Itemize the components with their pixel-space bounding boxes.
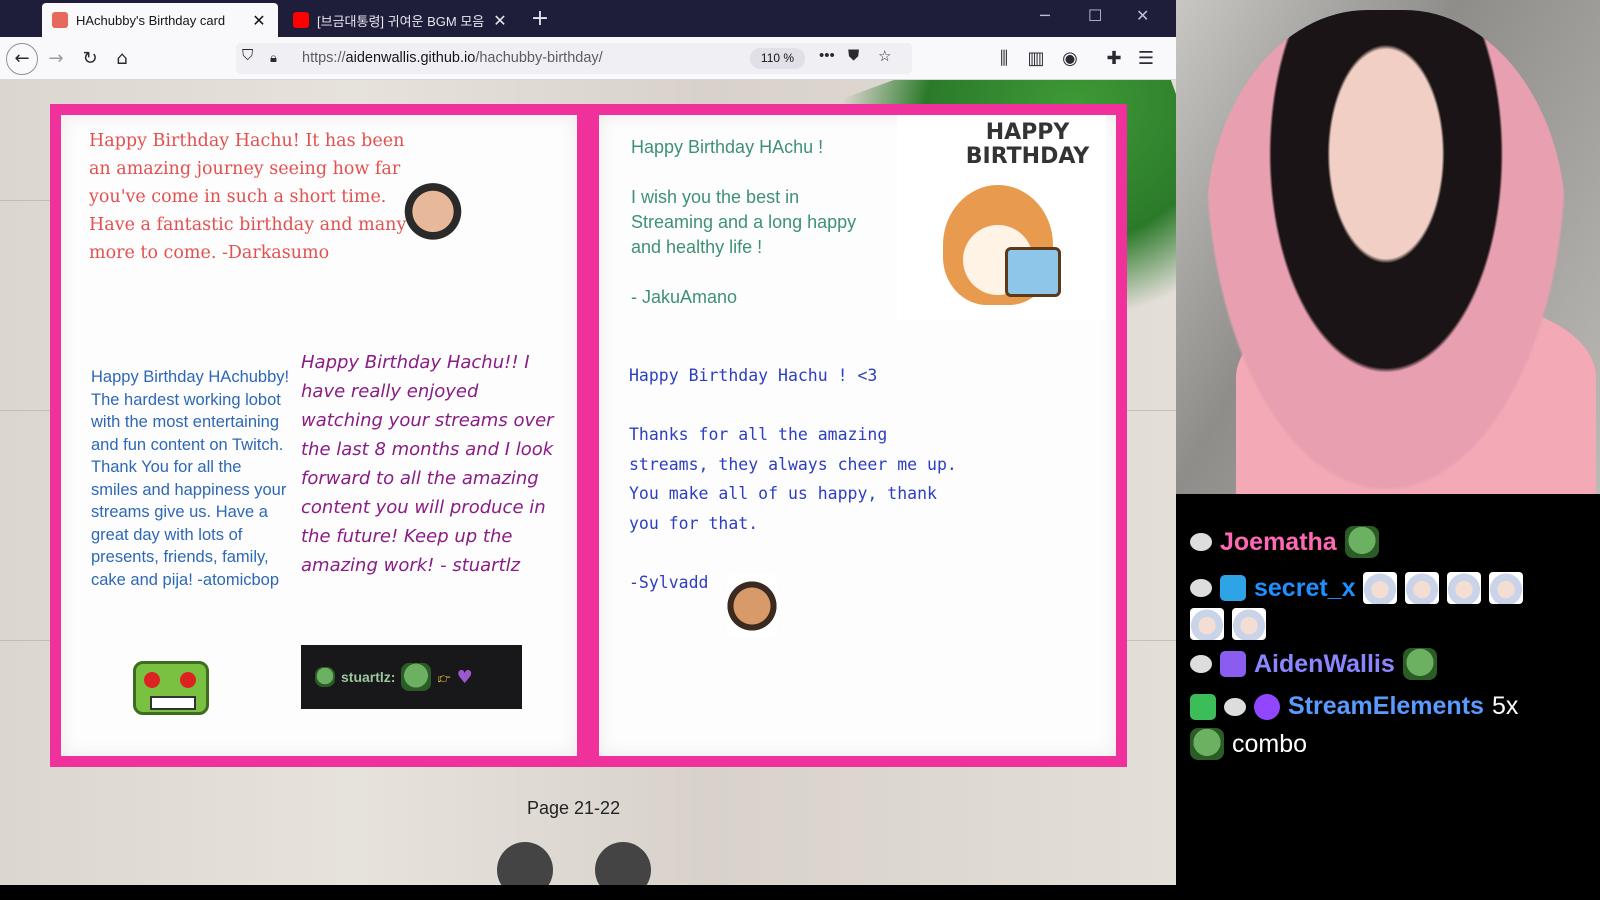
url-text[interactable]: https://aidenwallis.github.io/hachubby-b… [302, 50, 603, 66]
chat-screenshot-image: stuartlz: 👉︎ ♥ [301, 645, 522, 709]
badge-icon [1224, 697, 1246, 716]
card-page-right: Happy Birthday HAchu ! I wish you the be… [599, 115, 1116, 756]
screen: HAchubby's Birthday card ✕ [브금대통령] 귀여운 B… [0, 0, 1600, 900]
avatar-darkasumo [401, 179, 465, 251]
chat-line: combo [1190, 728, 1307, 760]
reload-button[interactable]: ↻ [76, 45, 104, 73]
avatar-sylvadd [727, 574, 777, 638]
streamer-image [1206, 10, 1566, 490]
extensions-icon[interactable]: ✚ [1100, 45, 1128, 73]
tab-title: [브금대통령] 귀여운 BGM 모음 [317, 13, 485, 29]
crying-emote-icon [1363, 572, 1398, 604]
crying-emote-icon [1405, 572, 1440, 604]
pocket-icon[interactable]: ⛊ [848, 47, 859, 64]
library-icon[interactable]: ⫼ [990, 45, 1018, 73]
close-tab-icon[interactable]: ✕ [250, 11, 268, 30]
home-button[interactable]: ⌂ [108, 45, 136, 73]
pepe-emote-icon [401, 663, 432, 691]
tab-birthday-card[interactable]: HAchubby's Birthday card ✕ [42, 3, 278, 37]
pepe-emote-icon [1190, 728, 1224, 760]
browser-window: HAchubby's Birthday card ✕ [브금대통령] 귀여운 B… [0, 0, 1190, 900]
chat-line: AidenWallis [1190, 648, 1437, 680]
message-darkasumo: Happy Birthday Hachu! It has been an ama… [89, 131, 407, 263]
birthday-card: Happy Birthday Hachu! It has been an ama… [50, 104, 1127, 767]
badge-icon [315, 667, 335, 687]
webcam-feed [1176, 0, 1600, 494]
chat-message-text: 5x [1491, 692, 1519, 720]
nav-toolbar: ← → ↻ ⌂ ⛉ 🔒︎ https://aidenwallis.github.… [0, 37, 1190, 80]
chat-overlay: Joematha secret_x AidenWallis StreamElem… [1176, 494, 1600, 900]
more-actions-icon[interactable]: ••• [819, 47, 835, 64]
purple-heart-icon: ♥ [456, 666, 473, 688]
crying-emote-icon [1190, 608, 1224, 640]
vip-badge-icon [1220, 651, 1246, 677]
zoom-level[interactable]: 110 % [750, 48, 805, 69]
chat-line: StreamElements 5x [1190, 692, 1518, 721]
chat-line: Joematha [1190, 526, 1379, 558]
chat-line: secret_x [1190, 572, 1590, 604]
lock-icon[interactable]: 🔒︎ [270, 50, 277, 66]
pepe-emote-icon [1402, 648, 1437, 680]
sticker-text: HAPPY BIRTHDAY [965, 120, 1090, 169]
crying-emote-icon [1447, 572, 1482, 604]
moderator-badge-icon [1190, 693, 1216, 720]
crying-emote-icon [1489, 572, 1524, 604]
new-tab-button[interactable]: + [528, 6, 552, 31]
address-bar[interactable]: ⛉ 🔒︎ https://aidenwallis.github.io/hachu… [236, 43, 912, 74]
tab-bar: HAchubby's Birthday card ✕ [브금대통령] 귀여운 B… [0, 0, 1190, 37]
robot-emote-image [133, 661, 209, 715]
badge-icon [1190, 579, 1212, 597]
shiba-birthday-sticker: HAPPY BIRTHDAY [897, 115, 1106, 320]
chat-username: StreamElements [1288, 692, 1484, 720]
bottom-edge [0, 885, 1600, 900]
tab-title: HAchubby's Birthday card [76, 12, 226, 28]
chat-message-text: combo [1232, 729, 1308, 758]
tab-bgm[interactable]: [브금대통령] 귀여운 BGM 모음 ✕ [283, 3, 519, 37]
bookmark-star-icon[interactable]: ☆ [878, 47, 891, 65]
account-icon[interactable]: ◉ [1056, 45, 1084, 73]
message-sylvadd: Happy Birthday Hachu ! <3 Thanks for all… [629, 366, 957, 592]
close-window-icon[interactable]: ✕ [1136, 6, 1149, 25]
message-stuartlz: Happy Birthday Hachu!! I have really enj… [301, 352, 554, 576]
pointing-hand-icon: 👉︎ [437, 666, 451, 688]
favicon-icon [52, 12, 68, 28]
badge-icon [1190, 533, 1212, 551]
crying-emote-icon [1232, 608, 1266, 640]
verified-badge-icon [1254, 693, 1280, 720]
minimize-icon[interactable]: ─ [1040, 6, 1050, 25]
sub-badge-icon [1220, 575, 1246, 601]
chat-username: secret_x [1254, 573, 1356, 602]
gift-icon [1005, 247, 1061, 297]
chat-line [1190, 608, 1266, 640]
message-atomicbop: Happy Birthday HAchubby! The hardest wor… [91, 368, 290, 589]
chat-username: AidenWallis [1254, 649, 1395, 678]
page-number: Page 21-22 [527, 798, 621, 818]
shield-icon[interactable]: ⛉ [242, 47, 253, 64]
forward-button[interactable]: → [42, 45, 70, 73]
badge-icon [1190, 655, 1212, 673]
close-tab-icon[interactable]: ✕ [491, 11, 509, 30]
pepe-emote-icon [1344, 526, 1379, 558]
card-page-left: Happy Birthday Hachu! It has been an ama… [61, 115, 577, 756]
chat-username: Joematha [1220, 527, 1337, 556]
chat-username: stuartlz: [341, 669, 396, 685]
sidebar-icon[interactable]: ▥ [1022, 45, 1050, 73]
back-button[interactable]: ← [6, 43, 38, 75]
message-jakuamano: Happy Birthday HAchu ! I wish you the be… [631, 137, 857, 307]
maximize-icon[interactable]: ☐ [1088, 6, 1102, 25]
menu-icon[interactable]: ☰ [1132, 45, 1160, 73]
youtube-icon [293, 12, 309, 28]
